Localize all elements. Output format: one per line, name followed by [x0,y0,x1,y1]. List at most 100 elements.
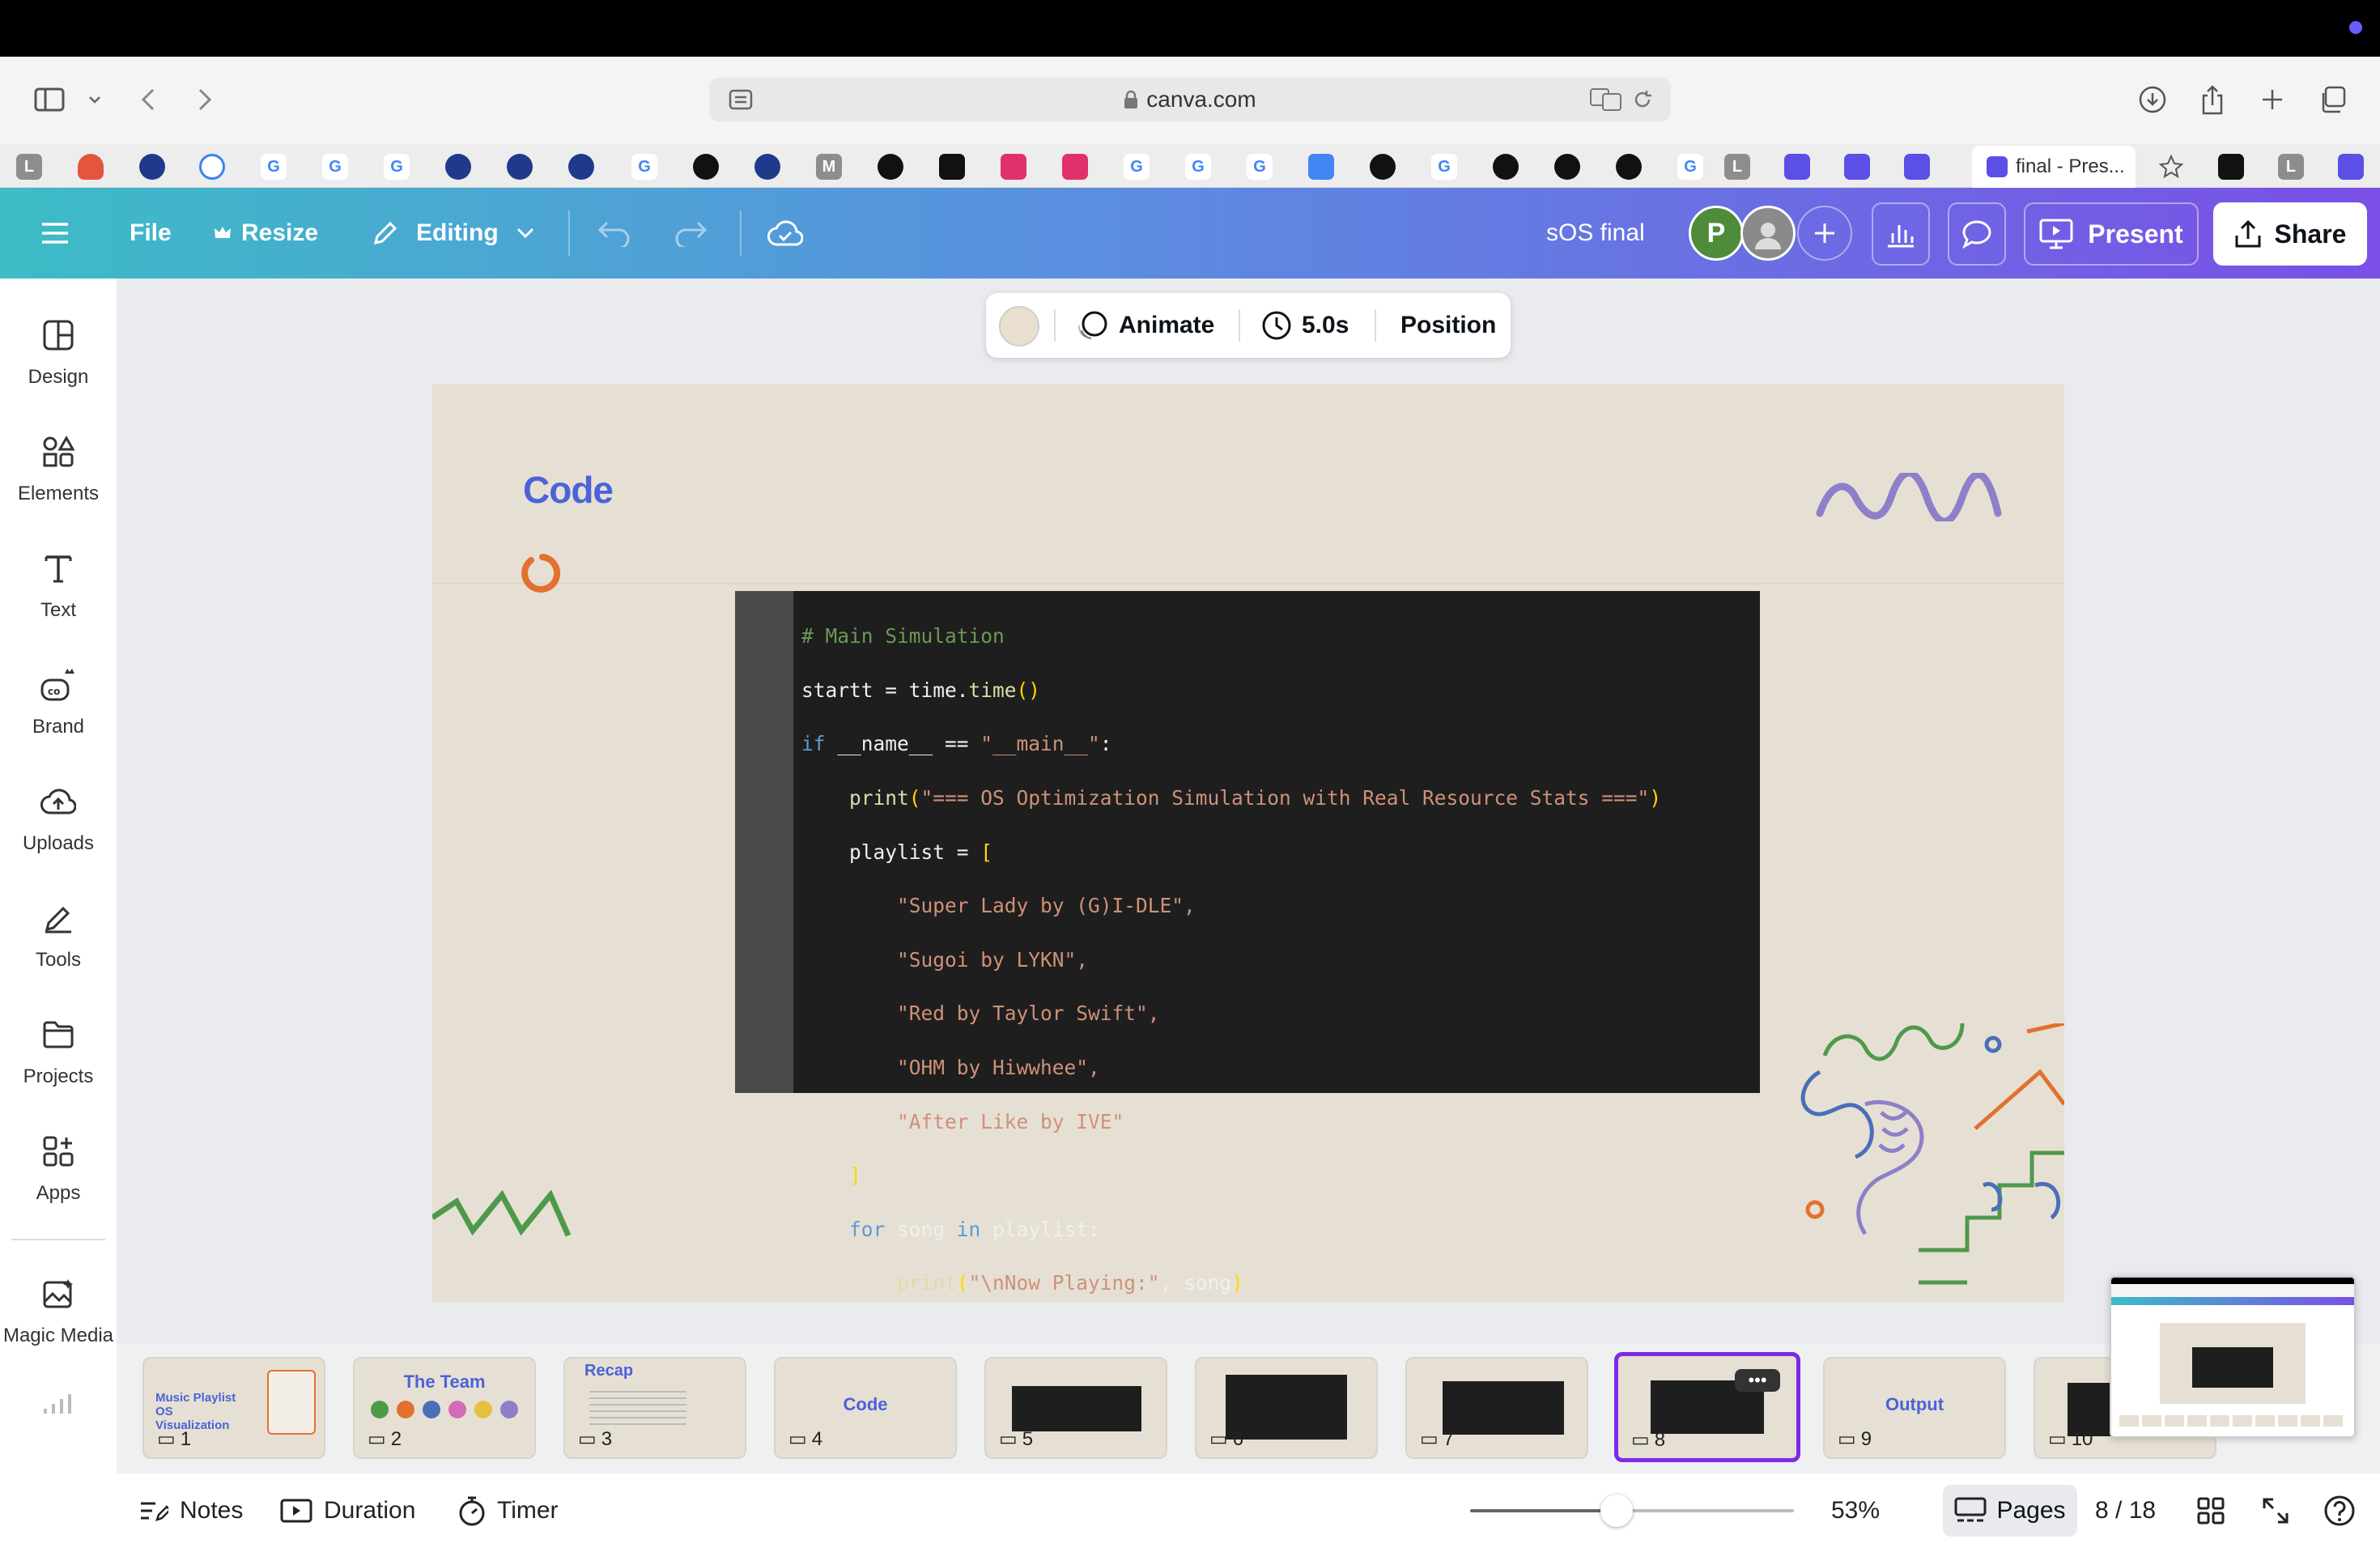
document-title[interactable]: sOS final [1546,188,1645,279]
bookmark-favicon[interactable] [754,154,780,180]
tab-overview-icon[interactable] [2312,79,2352,120]
github-icon[interactable] [693,154,719,180]
bookmark-favicon[interactable] [2218,154,2244,180]
forward-arrow-icon[interactable] [185,79,225,120]
google-icon[interactable]: G [1124,154,1150,180]
openai-icon[interactable] [1493,154,1519,180]
color-swatch[interactable] [999,306,1039,347]
page-settings-icon[interactable] [729,89,753,110]
sidebar-item-brand[interactable]: co Brand [0,666,117,738]
github-icon[interactable] [1554,154,1580,180]
fullscreen-icon[interactable] [2262,1474,2289,1548]
translate-icon[interactable] [1590,88,1622,111]
resize-button[interactable]: Resize [214,188,318,279]
bookmark-favicon[interactable] [445,154,471,180]
cloud-saved-icon[interactable] [767,188,803,279]
timing-button[interactable]: 5.0s [1261,293,1349,358]
sidebar-item-magic-media[interactable]: Magic Media [0,1274,117,1347]
github-icon[interactable] [1370,154,1396,180]
bookmark-favicon[interactable] [568,154,594,180]
sidebar-toggle-icon[interactable] [29,79,70,120]
openai-icon[interactable] [1616,154,1642,180]
more-options-icon[interactable]: ••• [1735,1369,1780,1392]
page-counter[interactable]: 8 / 18 [2095,1474,2156,1548]
back-arrow-icon[interactable] [128,79,168,120]
google-docs-icon[interactable] [1308,154,1334,180]
google-icon[interactable]: G [1247,154,1273,180]
page-thumbnail[interactable]: The Team ▭ 2 [353,1357,536,1459]
google-icon[interactable]: G [1431,154,1457,180]
page-thumbnail[interactable]: ▭ 6 [1195,1357,1378,1459]
purple-squiggle-decoration[interactable] [1815,473,2017,521]
pages-toggle-button[interactable]: Pages [1943,1485,2077,1537]
active-browser-tab[interactable]: final - Pres... [1972,146,2136,188]
sidebar-item-text[interactable]: Text [0,549,117,622]
page-thumbnail[interactable]: ▭ 5 [984,1357,1167,1459]
github-icon[interactable] [878,154,903,180]
insights-chart-icon[interactable] [1872,202,1930,266]
bookmark-favicon[interactable] [507,154,533,180]
page-thumbnail[interactable]: Music Playlist OS Visualization ▭ 1 [142,1357,325,1459]
page-thumbnail-selected[interactable]: ••• ▭ 8 [1614,1352,1800,1462]
bookmark-favicon[interactable] [1904,154,1930,180]
notes-button[interactable]: Notes [139,1474,243,1548]
invite-plus-icon[interactable] [1797,206,1852,261]
instagram-icon[interactable] [1001,154,1026,180]
avatar[interactable]: P [1689,206,1744,261]
bookmark-l-icon[interactable]: L [1724,154,1750,180]
page-thumbnail[interactable]: Recap ▭ 3 [563,1357,746,1459]
bookmark-favicon[interactable] [2338,154,2364,180]
file-menu-button[interactable]: File [130,188,172,279]
bookmark-l-icon[interactable]: L [16,154,42,180]
present-button[interactable]: Present [2024,202,2199,266]
bookmark-favicon[interactable] [78,154,104,180]
bookmark-favicon[interactable] [139,154,165,180]
zoom-slider-thumb[interactable] [1600,1495,1634,1527]
download-icon[interactable] [2132,79,2173,120]
chevron-down-icon[interactable] [74,79,115,120]
bookmark-favicon[interactable] [1844,154,1870,180]
comment-icon[interactable] [1948,202,2006,266]
google-icon[interactable]: G [1677,154,1703,180]
grid-view-icon[interactable] [2197,1474,2225,1548]
slide-title[interactable]: Code [523,468,614,512]
page-thumbnail[interactable]: Output ▭ 9 [1823,1357,2006,1459]
undo-icon[interactable] [597,188,631,279]
orange-ring-decoration[interactable] [520,549,565,594]
help-icon[interactable] [2323,1474,2356,1548]
zoom-slider-track[interactable] [1470,1495,1794,1527]
timer-button[interactable]: Timer [458,1474,559,1548]
reload-icon[interactable] [1632,89,1653,110]
sidebar-item-uploads[interactable]: Uploads [0,782,117,855]
bookmark-m-icon[interactable]: M [816,154,842,180]
share-sheet-icon[interactable] [2192,79,2233,120]
duration-button[interactable]: Duration [280,1474,415,1548]
editing-mode-dropdown[interactable]: Editing [371,188,534,279]
sidebar-item-design[interactable]: Design [0,316,117,389]
page-thumbnail[interactable]: Code ▭ 4 [774,1357,957,1459]
green-zigzag-decoration[interactable] [432,1185,578,1242]
address-bar[interactable]: canva.com [709,78,1671,121]
position-button[interactable]: Position [1400,293,1496,358]
redo-icon[interactable] [674,188,708,279]
line-art-illustration[interactable] [1792,1023,2064,1302]
sidebar-item-tools[interactable]: Tools [0,899,117,972]
new-tab-plus-icon[interactable] [2252,79,2293,120]
bookmark-favicon[interactable] [199,154,225,180]
main-menu-icon[interactable] [40,188,70,279]
zoom-percentage[interactable]: 53% [1831,1474,1880,1548]
bookmark-star-icon[interactable] [2158,154,2184,180]
animate-button[interactable]: Animate [1077,293,1214,358]
sidebar-item-elements[interactable]: Elements [0,432,117,505]
google-icon[interactable]: G [322,154,348,180]
instagram-icon[interactable] [1062,154,1088,180]
share-button[interactable]: Share [2213,202,2367,266]
code-block[interactable]: # Main Simulation startt = time.time() i… [735,591,1760,1295]
google-icon[interactable]: G [384,154,410,180]
avatar-photo[interactable] [1740,206,1796,261]
sidebar-item-apps[interactable]: Apps [0,1132,117,1205]
sidebar-item-projects[interactable]: Projects [0,1015,117,1088]
bookmark-favicon[interactable] [1784,154,1810,180]
google-icon[interactable]: G [631,154,657,180]
bookmark-favicon[interactable] [939,154,965,180]
